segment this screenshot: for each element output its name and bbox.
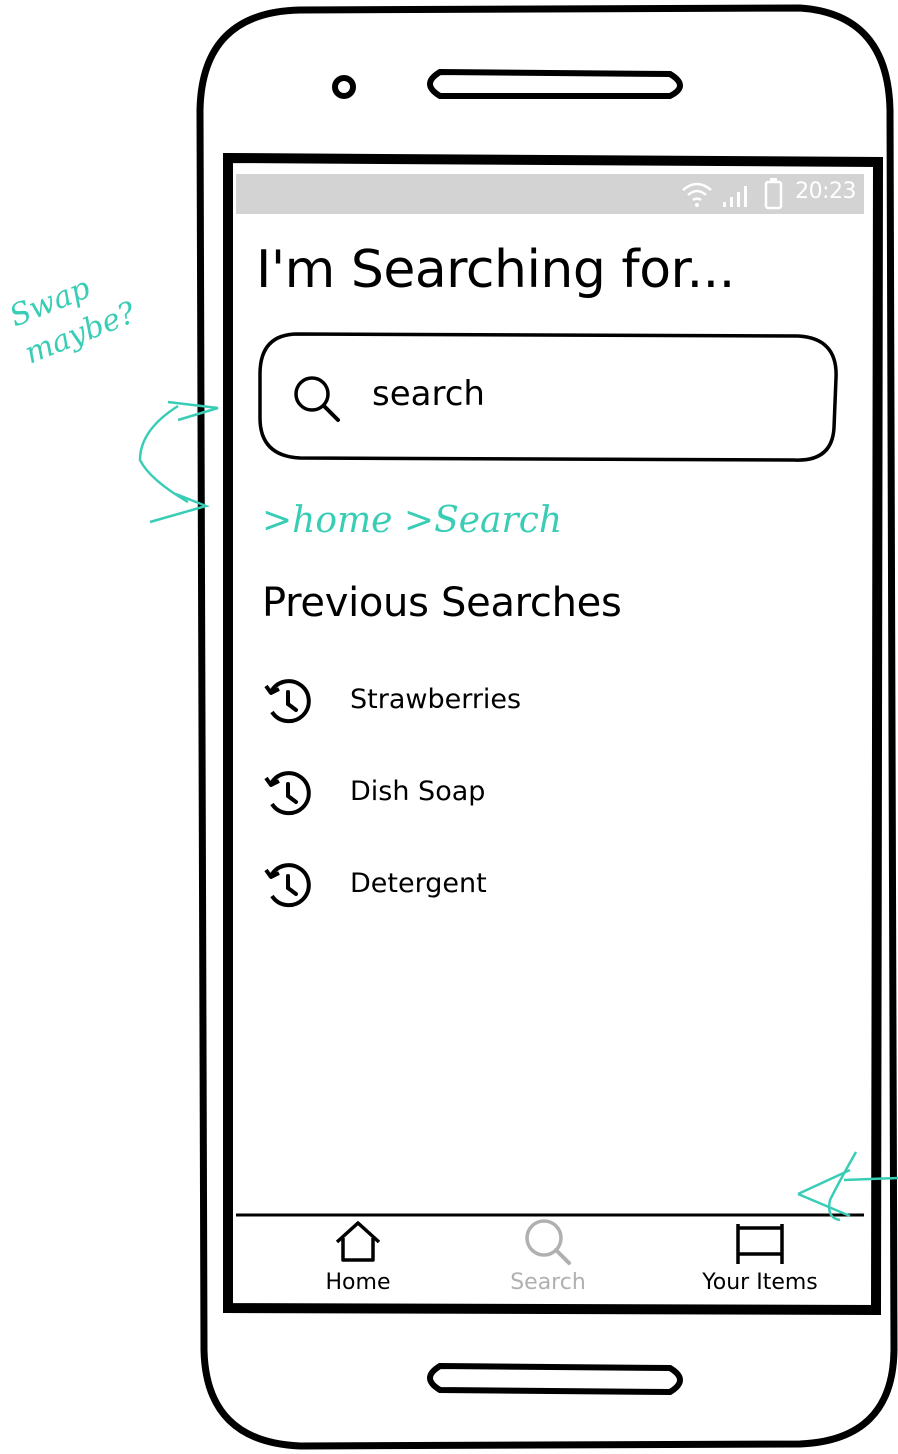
search-input-border xyxy=(258,332,838,462)
status-bar: 20:23 xyxy=(236,174,864,214)
history-icon xyxy=(264,863,311,908)
history-item[interactable]: Detergent xyxy=(258,850,678,920)
nav-home-label: Home xyxy=(325,1270,391,1295)
previous-searches-title: Previous Searches xyxy=(262,580,622,626)
nav-home[interactable]: Home xyxy=(258,1214,458,1306)
search-icon xyxy=(525,1219,571,1265)
bottom-nav: Home Search Your Items xyxy=(236,1213,864,1306)
wifi-icon xyxy=(682,182,712,207)
page-title: I'm Searching for... xyxy=(256,240,735,300)
search-icon xyxy=(294,376,340,422)
nav-search-label: Search xyxy=(510,1270,586,1295)
history-icon xyxy=(264,679,311,724)
history-item[interactable]: Strawberries xyxy=(258,666,678,736)
history-item[interactable]: Dish Soap xyxy=(258,758,678,828)
nav-search[interactable]: Search xyxy=(448,1214,648,1306)
history-item-label: Dish Soap xyxy=(350,776,486,807)
bed-icon xyxy=(736,1224,784,1264)
nav-your-items-label: Your Items xyxy=(702,1270,818,1295)
history-icon xyxy=(264,771,311,816)
status-time: 20:23 xyxy=(795,179,856,204)
breadcrumb-annotation: >home >Search xyxy=(262,500,563,541)
history-item-label: Detergent xyxy=(350,868,487,899)
history-item-label: Strawberries xyxy=(350,684,522,715)
search-placeholder: search xyxy=(372,374,485,414)
home-icon xyxy=(335,1221,381,1262)
battery-icon xyxy=(764,178,783,210)
search-input[interactable] xyxy=(258,332,838,462)
annotation-arrow xyxy=(797,1151,898,1222)
signal-icon xyxy=(723,186,747,207)
